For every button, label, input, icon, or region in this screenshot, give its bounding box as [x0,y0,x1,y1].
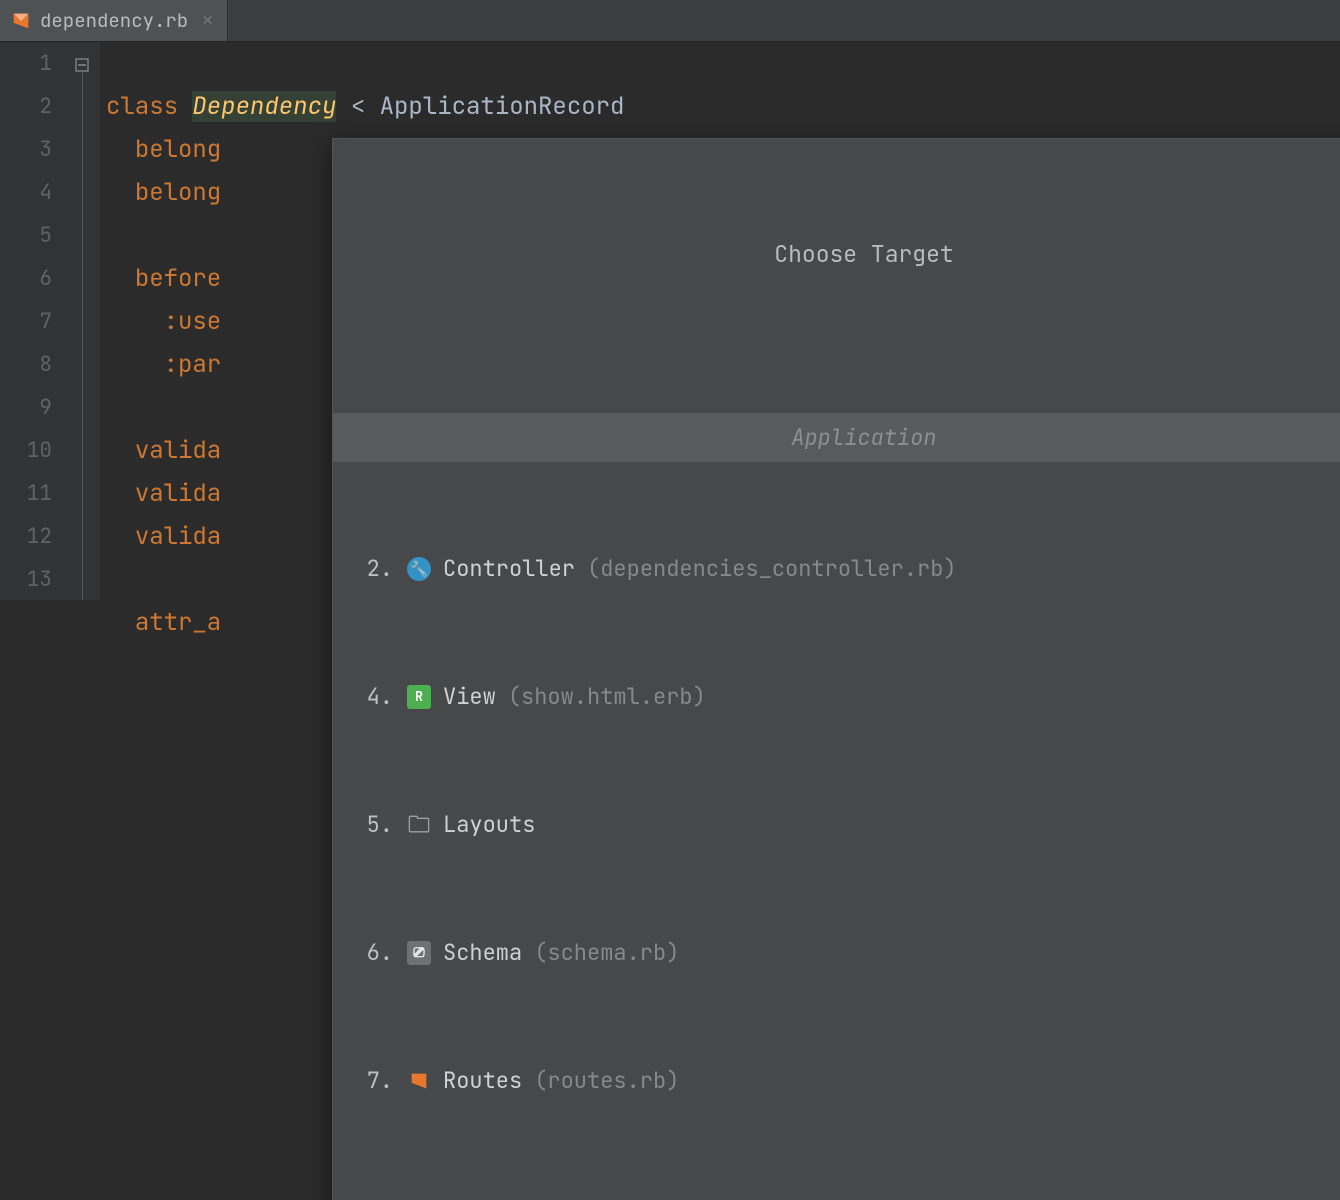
editor: 1 2 3 4 5 6 7 8 9 10 11 12 13 class Depe… [0,42,1340,600]
line-number: 2 [0,85,52,128]
code-token: Dependency [192,91,336,122]
popup-item-controller[interactable]: 2. 🔧 Controller (dependencies_controller… [333,548,1340,590]
popup-title: Choose Target [333,225,1340,284]
popup-section-header: Application [333,413,1340,462]
line-number: 13 [0,558,52,601]
line-number: 1 [0,42,52,85]
popup-item-view[interactable]: 4. R View (show.html.erb) [333,676,1340,718]
code-area[interactable]: class Dependency < ApplicationRecord bel… [100,42,1340,600]
tab-bar: dependency.rb ✕ [0,0,1340,42]
item-hint: (show.html.erb) [508,680,706,714]
code-token: :use [164,306,222,337]
line-number: 6 [0,257,52,300]
popup-item-schema[interactable]: 6. ⎚ Schema (schema.rb) [333,932,1340,974]
item-number: 7. [365,1064,393,1098]
item-label: Schema [443,936,522,970]
line-number-gutter: 1 2 3 4 5 6 7 8 9 10 11 12 13 [0,42,70,600]
line-number: 8 [0,343,52,386]
line-number: 12 [0,515,52,558]
fold-column [70,42,100,600]
code-token: class [106,91,178,122]
code-token: valida [135,521,221,552]
code-token: < [351,91,365,122]
view-icon: R [407,685,431,709]
line-number: 11 [0,472,52,515]
item-number: 4. [365,680,393,714]
code-token: before [135,263,221,294]
code-token: belong [135,134,221,165]
item-label: Layouts [443,808,535,842]
choose-target-popup: Choose Target Application 2. 🔧 Controlle… [332,138,1340,1200]
line-number: 3 [0,128,52,171]
popup-item-routes[interactable]: 7. Routes (routes.rb) [333,1060,1340,1102]
code-token: :par [164,349,222,380]
controller-icon: 🔧 [407,557,431,581]
item-label: View [443,680,496,714]
code-token: attr_a [135,607,221,638]
item-number: 6. [365,936,393,970]
line-number: 5 [0,214,52,257]
ruby-file-icon [10,10,32,32]
popup-item-layouts[interactable]: 5. 🗀 Layouts [333,804,1340,846]
item-hint: (routes.rb) [534,1064,679,1098]
item-number: 5. [365,808,393,842]
item-label: Controller [443,552,575,586]
item-hint: (dependencies_controller.rb) [587,552,957,586]
routes-icon [407,1069,431,1093]
line-number: 7 [0,300,52,343]
item-hint: (schema.rb) [534,936,679,970]
code-token: ApplicationRecord [380,91,625,122]
folder-icon: 🗀 [407,813,431,837]
line-number: 4 [0,171,52,214]
fold-minus-icon[interactable] [74,50,92,68]
code-token: valida [135,478,221,509]
tab-filename: dependency.rb [40,8,188,33]
schema-icon: ⎚ [407,941,431,965]
code-token: valida [135,435,221,466]
item-label: Routes [443,1064,522,1098]
line-number: 9 [0,386,52,429]
close-icon[interactable]: ✕ [202,9,213,32]
line-number: 10 [0,429,52,472]
code-token: belong [135,177,221,208]
item-number: 2. [365,552,393,586]
file-tab[interactable]: dependency.rb ✕ [0,0,228,41]
